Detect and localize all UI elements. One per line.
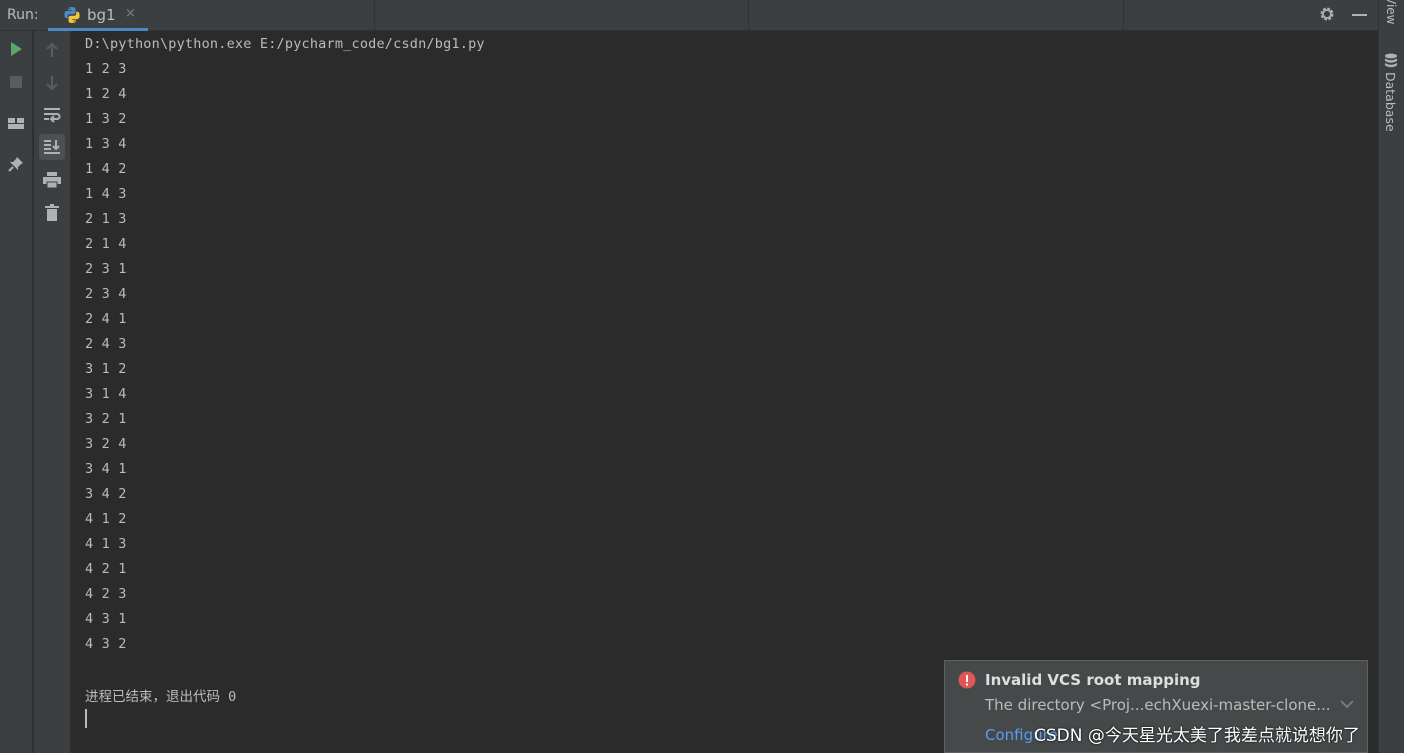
pin-icon bbox=[8, 157, 23, 172]
pin-button[interactable] bbox=[5, 153, 27, 175]
run-actions-gutter bbox=[0, 31, 33, 753]
notification-body: The directory <Proj...echXuexi-master-cl… bbox=[985, 696, 1331, 714]
scroll-to-end-button[interactable] bbox=[39, 134, 65, 160]
stop-button[interactable] bbox=[5, 71, 27, 93]
output-line: 3 1 2 bbox=[85, 361, 127, 377]
print-button[interactable] bbox=[41, 169, 63, 191]
output-line: 2 4 3 bbox=[85, 336, 127, 352]
output-line: 1 3 4 bbox=[85, 136, 127, 152]
layout-button[interactable] bbox=[5, 112, 27, 134]
output-line: 3 2 4 bbox=[85, 436, 127, 452]
divider bbox=[374, 0, 375, 31]
output-line: 4 2 3 bbox=[85, 586, 127, 602]
gear-icon[interactable] bbox=[1318, 5, 1336, 23]
tab-title: bg1 bbox=[87, 6, 116, 24]
output-line: 3 1 4 bbox=[85, 386, 127, 402]
python-icon bbox=[64, 7, 80, 23]
play-icon bbox=[11, 42, 22, 56]
rerun-button[interactable] bbox=[5, 38, 27, 60]
print-icon bbox=[43, 172, 61, 188]
error-icon bbox=[958, 671, 976, 689]
scroll-to-end-icon bbox=[44, 140, 60, 154]
output-line: 1 2 3 bbox=[85, 61, 127, 77]
tab-bg1[interactable]: bg1 × bbox=[48, 0, 148, 31]
sciview-tab[interactable]: View bbox=[1384, 0, 1398, 24]
console-actions-gutter bbox=[34, 31, 71, 753]
output-line: 4 2 1 bbox=[85, 561, 127, 577]
watermark: CSDN @今天星光太美了我差点就说想你了 bbox=[1034, 726, 1360, 746]
output-line: 1 2 4 bbox=[85, 86, 127, 102]
right-tool-strip: View Database bbox=[1378, 0, 1404, 753]
output-line: 2 1 3 bbox=[85, 211, 127, 227]
close-icon[interactable]: × bbox=[125, 6, 136, 21]
output-line: 1 3 2 bbox=[85, 111, 127, 127]
output-line: 3 4 1 bbox=[85, 461, 127, 477]
exit-message: 进程已结束，退出代码 0 bbox=[85, 689, 237, 705]
output-line: 2 3 4 bbox=[85, 286, 127, 302]
text-caret bbox=[85, 709, 87, 728]
output-line: 4 1 2 bbox=[85, 511, 127, 527]
command-line: D:\python\python.exe E:/pycharm_code/csd… bbox=[85, 36, 485, 52]
output-line: 4 1 3 bbox=[85, 536, 127, 552]
chevron-down-icon[interactable] bbox=[1340, 699, 1354, 709]
layout-icon bbox=[8, 118, 24, 129]
console-output[interactable]: D:\python\python.exe E:/pycharm_code/csd… bbox=[71, 31, 1378, 753]
clear-all-button[interactable] bbox=[41, 201, 63, 223]
soft-wrap-button[interactable] bbox=[41, 104, 63, 126]
divider bbox=[748, 0, 749, 31]
run-toolwindow-header: Run: bg1 × bbox=[0, 0, 1378, 31]
soft-wrap-icon bbox=[44, 108, 61, 123]
arrow-down-icon bbox=[46, 76, 58, 91]
output-line: 1 4 3 bbox=[85, 186, 127, 202]
database-icon[interactable] bbox=[1384, 53, 1398, 69]
output-line: 2 4 1 bbox=[85, 311, 127, 327]
output-line: 4 3 1 bbox=[85, 611, 127, 627]
output-line: 2 3 1 bbox=[85, 261, 127, 277]
minimize-icon[interactable] bbox=[1352, 14, 1367, 16]
output-line: 3 2 1 bbox=[85, 411, 127, 427]
output-line: 3 4 2 bbox=[85, 486, 127, 502]
output-line: 2 1 4 bbox=[85, 236, 127, 252]
database-tab[interactable]: Database bbox=[1383, 72, 1398, 132]
output-line: 4 3 2 bbox=[85, 636, 127, 652]
previous-occurrence-button[interactable] bbox=[41, 39, 63, 61]
divider bbox=[1123, 0, 1124, 31]
notification-title: Invalid VCS root mapping bbox=[985, 671, 1201, 689]
run-label: Run: bbox=[7, 7, 39, 23]
next-occurrence-button[interactable] bbox=[41, 72, 63, 94]
output-lines: 1 2 3 1 2 4 1 3 2 1 3 4 1 4 2 1 4 3 2 1 3 2 1 4… bbox=[85, 61, 127, 661]
output-line: 1 4 2 bbox=[85, 161, 127, 177]
arrow-up-icon bbox=[46, 42, 58, 57]
trash-icon bbox=[45, 203, 59, 221]
stop-icon bbox=[10, 76, 22, 88]
